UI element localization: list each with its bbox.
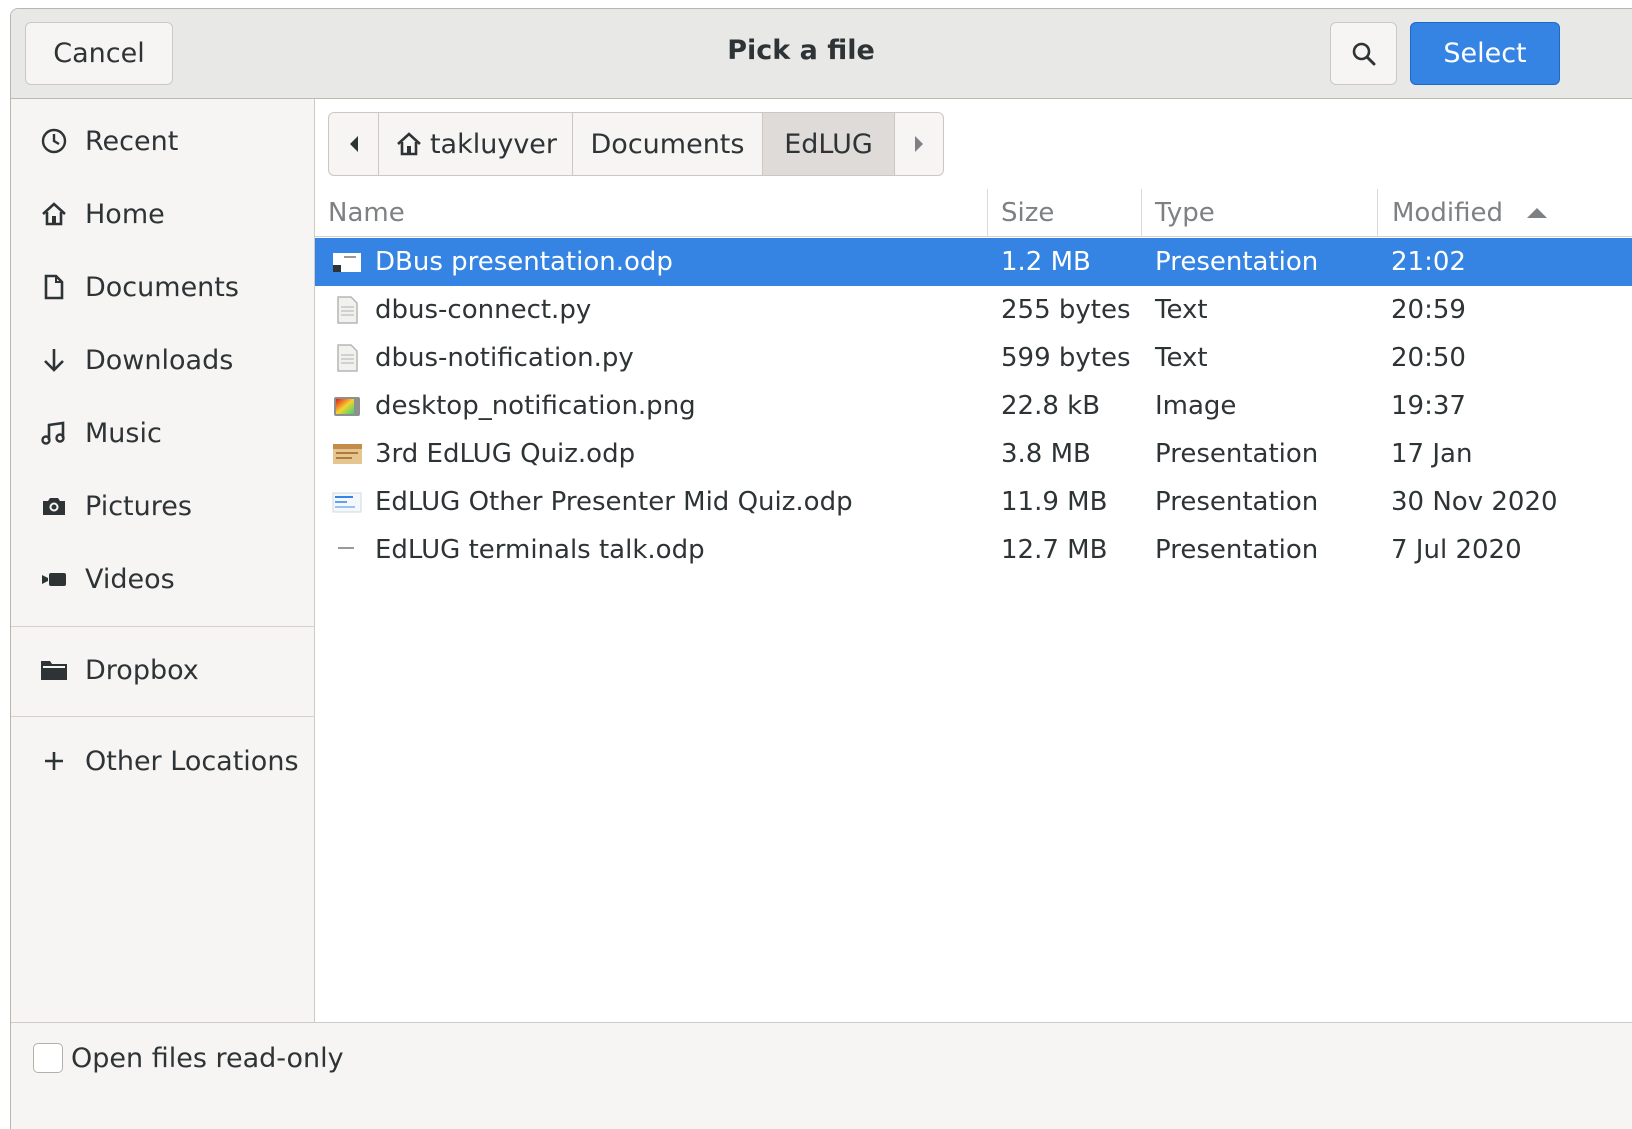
sidebar-separator [11,626,314,627]
sidebar-separator [11,716,314,717]
sort-ascending-icon [1526,208,1547,218]
header-bar: Cancel Pick a file Select [11,9,1632,99]
sidebar-item-home[interactable]: Home [11,182,314,246]
home-icon [397,132,421,156]
sidebar-item-label: Dropbox [85,654,199,686]
sidebar-item-recent[interactable]: Recent [11,109,314,173]
sidebar-item-videos[interactable]: Videos [11,547,314,611]
dialog-title: Pick a file [727,35,875,66]
file-row[interactable]: EdLUG Other Presenter Mid Quiz.odp 11.9 … [315,478,1632,526]
presentation-thumbnail-icon [333,541,361,560]
column-header-name[interactable]: Name [315,189,988,237]
file-list-header: Name Size Type Modified [315,189,1632,237]
sidebar-item-label: Pictures [85,490,192,522]
file-row[interactable]: 3rd EdLUG Quiz.odp 3.8 MB Presentation 1… [315,430,1632,478]
column-header-modified[interactable]: Modified [1378,189,1632,237]
crumb-home[interactable]: takluyver [379,113,573,175]
sidebar-item-other-locations[interactable]: Other Locations [11,729,314,793]
presentation-thumbnail-icon [333,253,361,272]
sidebar-item-dropbox[interactable]: Dropbox [11,638,314,702]
breadcrumb: takluyver Documents EdLUG [328,112,944,176]
sidebar-item-label: Recent [85,125,179,157]
cancel-button[interactable]: Cancel [25,22,173,85]
chevron-right-icon [915,136,923,152]
sidebar-item-documents[interactable]: Documents [11,255,314,319]
search-button[interactable] [1330,22,1397,85]
path-forward-button[interactable] [895,113,943,175]
plus-icon [39,746,69,776]
file-row[interactable]: DBus presentation.odp 1.2 MB Presentatio… [315,238,1632,286]
clock-icon [39,126,69,156]
crumb-label: Documents [590,128,745,160]
column-header-size[interactable]: Size [988,189,1142,237]
sidebar-item-label: Other Locations [85,745,299,777]
text-file-icon [337,296,358,324]
file-row[interactable]: desktop_notification.png 22.8 kB Image 1… [315,382,1632,430]
path-back-button[interactable] [329,113,379,175]
sidebar-item-label: Home [85,198,165,230]
column-header-type[interactable]: Type [1142,189,1378,237]
image-thumbnail-icon [334,397,360,416]
presentation-thumbnail-icon [332,492,362,513]
read-only-label[interactable]: Open files read-only [71,1043,344,1074]
text-file-icon [337,344,358,372]
music-note-icon [39,418,69,448]
crumb-documents[interactable]: Documents [573,113,763,175]
document-icon [39,272,69,302]
sidebar-item-label: Music [85,417,162,449]
options-bar: Open files read-only [11,1022,1632,1129]
sidebar-item-label: Documents [85,271,239,303]
crumb-label: takluyver [429,128,558,160]
file-chooser-dialog: Cancel Pick a file Select Recent Home Do… [10,8,1632,1129]
search-icon [1352,42,1375,65]
presentation-thumbnail-icon [333,444,362,464]
sidebar-item-label: Downloads [85,344,234,376]
select-button[interactable]: Select [1410,22,1560,85]
camera-icon [39,491,69,521]
sidebar-item-downloads[interactable]: Downloads [11,328,314,392]
places-sidebar: Recent Home Documents Downloads Music Pi… [11,99,315,1022]
file-row[interactable]: dbus-connect.py 255 bytes Text 20:59 [315,286,1632,334]
sidebar-item-music[interactable]: Music [11,401,314,465]
read-only-checkbox[interactable] [33,1043,63,1073]
sidebar-item-pictures[interactable]: Pictures [11,474,314,538]
file-row[interactable]: dbus-notification.py 599 bytes Text 20:5… [315,334,1632,382]
file-row[interactable]: EdLUG terminals talk.odp 12.7 MB Present… [315,526,1632,574]
download-arrow-icon [39,345,69,375]
sidebar-item-label: Videos [85,563,175,595]
home-icon [39,199,69,229]
folder-icon [39,655,69,685]
chevron-left-icon [349,136,358,152]
video-camera-icon [39,564,69,594]
crumb-label: EdLUG [784,128,873,160]
crumb-edlug[interactable]: EdLUG [763,113,895,175]
